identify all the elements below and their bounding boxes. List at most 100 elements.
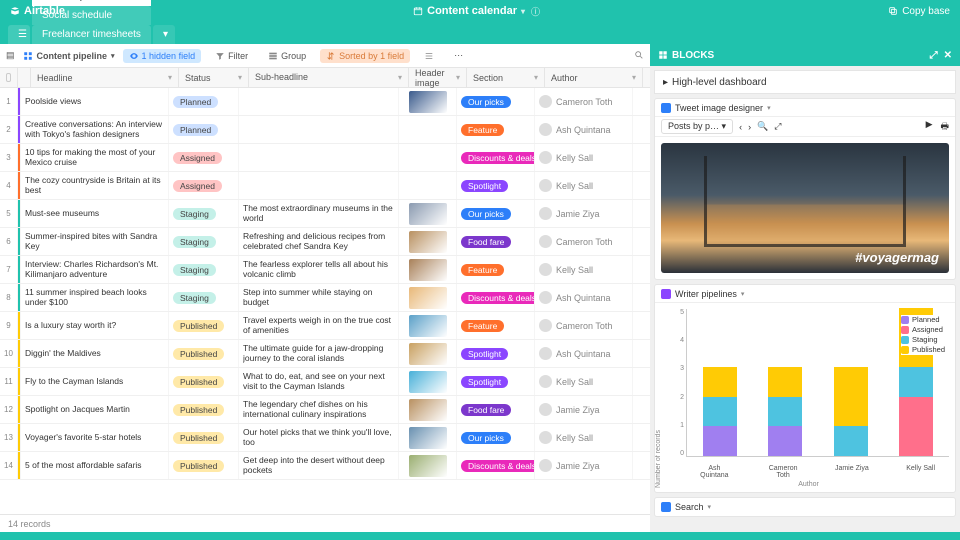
table-row[interactable]: 145 of the most affordable safarisPublis… (0, 452, 650, 480)
cell-author[interactable]: Kelly Sall (535, 368, 633, 395)
views-menu-icon[interactable]: ▤ (6, 50, 15, 61)
cell-headline[interactable]: Creative conversations: An interview wit… (21, 116, 169, 143)
cell-status[interactable]: Staging (169, 284, 239, 311)
dashboard-switcher[interactable]: ▸ High-level dashboard (654, 70, 956, 94)
sort-button[interactable]: Sorted by 1 field (320, 49, 410, 63)
cell-image[interactable] (399, 88, 457, 115)
cell-subheadline[interactable] (239, 116, 399, 143)
row-height-button[interactable] (418, 49, 440, 63)
cell-author[interactable]: Kelly Sall (535, 172, 633, 199)
cell-section[interactable]: Spotlight (457, 340, 535, 367)
cell-section[interactable]: Our picks (457, 424, 535, 451)
cell-section[interactable]: Spotlight (457, 172, 535, 199)
cell-headline[interactable]: The cozy countryside is Britain at its b… (21, 172, 169, 199)
filter-button[interactable]: Filter (209, 49, 254, 63)
cell-image[interactable] (399, 340, 457, 367)
cell-status[interactable]: Staging (169, 200, 239, 227)
cell-section[interactable]: Our picks (457, 200, 535, 227)
cell-status[interactable]: Staging (169, 256, 239, 283)
table-row[interactable]: 2Creative conversations: An interview wi… (0, 116, 650, 144)
cell-section[interactable]: Feature (457, 312, 535, 339)
cell-author[interactable]: Cameron Toth (535, 312, 633, 339)
cell-subheadline[interactable] (239, 144, 399, 171)
block-toggle[interactable] (661, 103, 671, 113)
chevron-down-icon[interactable]: ▾ (741, 290, 745, 298)
cell-subheadline[interactable]: Our hotel picks that we think you'll lov… (239, 424, 399, 451)
table-row[interactable]: 4The cozy countryside is Britain at its … (0, 172, 650, 200)
view-switcher[interactable]: Content pipeline ▾ (23, 51, 115, 61)
cell-status[interactable]: Planned (169, 88, 239, 115)
column-header-image[interactable]: Header image▾ (409, 68, 467, 87)
cell-status[interactable]: Published (169, 368, 239, 395)
cell-author[interactable]: Jamie Ziya (535, 452, 633, 479)
cell-section[interactable]: Food fare (457, 396, 535, 423)
cell-image[interactable] (399, 116, 457, 143)
cell-section[interactable]: Discounts & deals (457, 452, 535, 479)
table-row[interactable]: 1Poolside viewsPlannedOur picksCameron T… (0, 88, 650, 116)
cell-author[interactable]: Jamie Ziya (535, 396, 633, 423)
cell-subheadline[interactable]: Step into summer while staying on budget (239, 284, 399, 311)
cell-author[interactable]: Kelly Sall (535, 256, 633, 283)
posts-dropdown[interactable]: Posts by p… ▾ (661, 119, 733, 134)
cell-image[interactable] (399, 228, 457, 255)
hidden-fields-button[interactable]: 1 hidden field (123, 49, 202, 63)
tab-freelancer-timesheets[interactable]: Freelancer timesheets (32, 25, 151, 44)
search-block[interactable]: Search ▾ (654, 497, 956, 517)
cell-image[interactable] (399, 144, 457, 171)
cell-section[interactable]: Discounts & deals (457, 284, 535, 311)
cell-image[interactable] (399, 172, 457, 199)
cell-headline[interactable]: 11 summer inspired beach looks under $10… (21, 284, 169, 311)
cell-headline[interactable]: 5 of the most affordable safaris (21, 452, 169, 479)
cell-author[interactable]: Ash Quintana (535, 284, 633, 311)
table-row[interactable]: 12Spotlight on Jacques MartinPublishedTh… (0, 396, 650, 424)
column-subheadline[interactable]: Sub-headline▾ (249, 68, 409, 87)
table-row[interactable]: 6Summer-inspired bites with Sandra KeySt… (0, 228, 650, 256)
table-row[interactable]: 10Diggin' the MaldivesPublishedThe ultim… (0, 340, 650, 368)
search-button[interactable] (634, 50, 644, 62)
cell-subheadline[interactable] (239, 172, 399, 199)
search-icon[interactable]: 🔍 (757, 121, 768, 132)
cell-subheadline[interactable]: Travel experts weigh in on the true cost… (239, 312, 399, 339)
column-headline[interactable]: Headline▾ (31, 68, 179, 87)
cell-section[interactable]: Feature (457, 116, 535, 143)
cell-author[interactable]: Kelly Sall (535, 424, 633, 451)
close-icon[interactable]: ✕ (944, 50, 952, 61)
cell-author[interactable]: Kelly Sall (535, 144, 633, 171)
info-icon[interactable]: ⓘ (531, 5, 540, 18)
cell-subheadline[interactable]: Get deep into the desert without deep po… (239, 452, 399, 479)
cell-headline[interactable]: Fly to the Cayman Islands (21, 368, 169, 395)
cell-image[interactable] (399, 368, 457, 395)
cell-status[interactable]: Planned (169, 116, 239, 143)
cell-status[interactable]: Published (169, 340, 239, 367)
cell-subheadline[interactable]: Refreshing and delicious recipes from ce… (239, 228, 399, 255)
cell-section[interactable]: Food fare (457, 228, 535, 255)
next-button[interactable]: › (748, 122, 751, 132)
cell-image[interactable] (399, 424, 457, 451)
expand-icon[interactable]: ⤢ (930, 50, 938, 61)
cell-headline[interactable]: 10 tips for making the most of your Mexi… (21, 144, 169, 171)
select-all-checkbox[interactable] (0, 68, 18, 87)
cell-section[interactable]: Feature (457, 256, 535, 283)
cell-author[interactable]: Cameron Toth (535, 228, 633, 255)
column-status[interactable]: Status▾ (179, 68, 249, 87)
cell-headline[interactable]: Voyager's favorite 5-star hotels (21, 424, 169, 451)
cell-subheadline[interactable]: The ultimate guide for a jaw-dropping jo… (239, 340, 399, 367)
cell-image[interactable] (399, 200, 457, 227)
column-section[interactable]: Section▾ (467, 68, 545, 87)
more-button[interactable]: ⋯ (448, 48, 469, 63)
cell-status[interactable]: Published (169, 312, 239, 339)
table-row[interactable]: 11Fly to the Cayman IslandsPublishedWhat… (0, 368, 650, 396)
cell-image[interactable] (399, 396, 457, 423)
cell-subheadline[interactable]: What to do, eat, and see on your next vi… (239, 368, 399, 395)
cell-status[interactable]: Assigned (169, 144, 239, 171)
base-title-area[interactable]: Content calendar ▾ ⓘ (65, 5, 888, 18)
table-row[interactable]: 310 tips for making the most of your Mex… (0, 144, 650, 172)
cell-author[interactable]: Ash Quintana (535, 116, 633, 143)
add-table-button[interactable]: ▾ (153, 25, 175, 44)
copy-base-button[interactable]: Copy base (888, 6, 950, 17)
table-row[interactable]: 7Interview: Charles Richardson's Mt. Kil… (0, 256, 650, 284)
cell-headline[interactable]: Poolside views (21, 88, 169, 115)
cell-subheadline[interactable] (239, 88, 399, 115)
table-row[interactable]: 9Is a luxury stay worth it?PublishedTrav… (0, 312, 650, 340)
cell-section[interactable]: Discounts & deals (457, 144, 535, 171)
